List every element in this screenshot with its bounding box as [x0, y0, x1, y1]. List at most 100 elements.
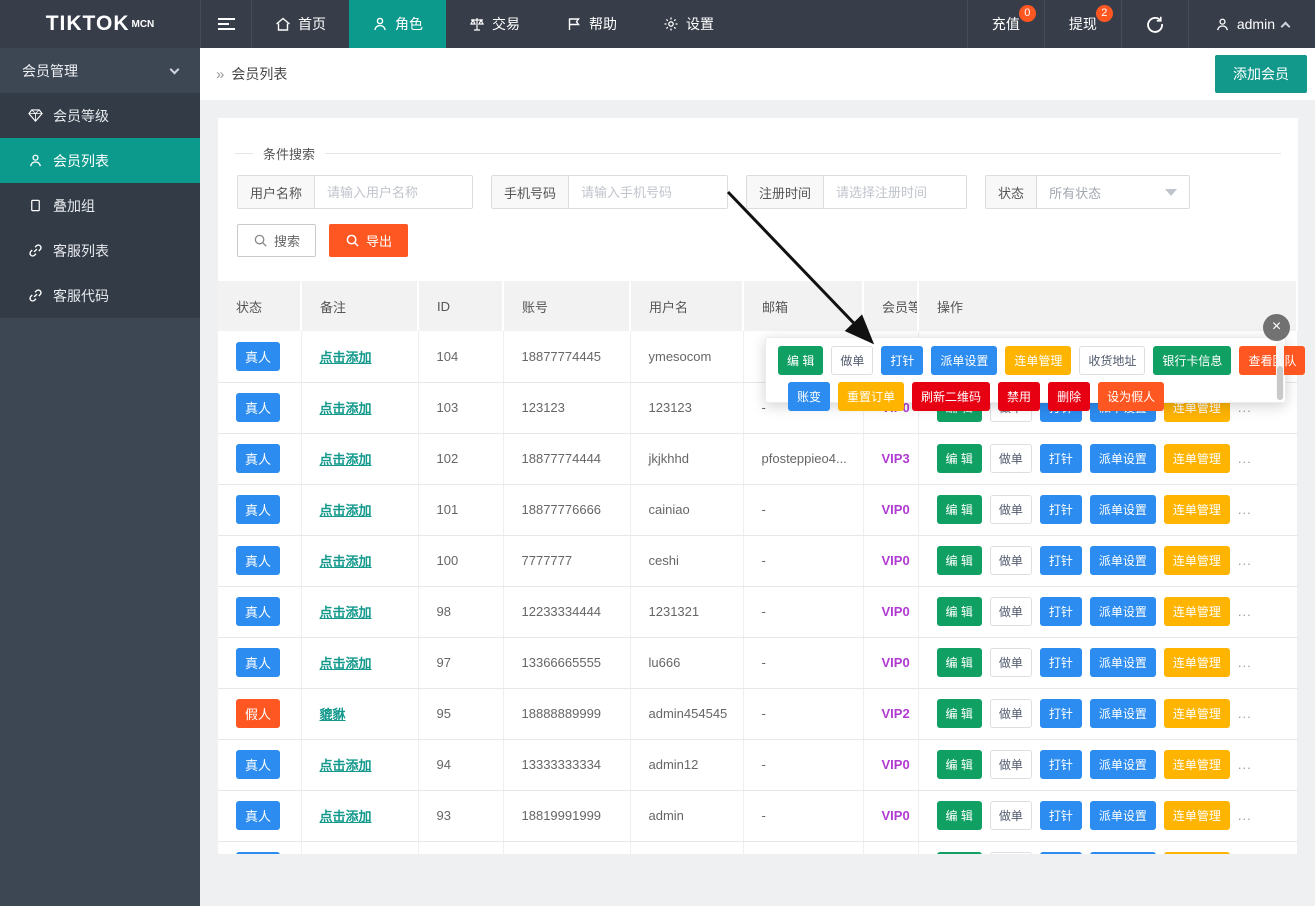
status-select[interactable]: 所有状态: [1037, 176, 1189, 208]
row-action-yellow-button[interactable]: 连单管理: [1164, 750, 1230, 779]
row-action-green-button[interactable]: 编 辑: [937, 444, 982, 473]
row-action-green-button[interactable]: 编 辑: [937, 597, 982, 626]
row-action-yellow-button[interactable]: 连单管理: [1164, 495, 1230, 524]
row-action-blue-button[interactable]: 派单设置: [1090, 750, 1156, 779]
row-action-plain-button[interactable]: 做单: [990, 852, 1032, 854]
popup-action-yellow-button[interactable]: 重置订单: [838, 382, 904, 411]
sidebar-item-stack-group[interactable]: 叠加组: [0, 183, 200, 228]
popup-scrollbar-thumb[interactable]: [1277, 366, 1283, 400]
row-action-green-button[interactable]: 编 辑: [937, 801, 982, 830]
popup-action-orange-button[interactable]: 查看团队: [1239, 346, 1305, 375]
row-action-yellow-button[interactable]: 连单管理: [1164, 801, 1230, 830]
row-action-green-button[interactable]: 编 辑: [937, 648, 982, 677]
nav-item-roles[interactable]: 角色: [349, 0, 446, 48]
more-actions-button[interactable]: ...: [1238, 655, 1252, 670]
row-action-plain-button[interactable]: 做单: [990, 801, 1032, 830]
row-action-blue-button[interactable]: 打针: [1040, 546, 1082, 575]
popup-scrollbar[interactable]: [1276, 340, 1284, 400]
sidebar-item-service-code[interactable]: 客服代码: [0, 273, 200, 318]
remark-link[interactable]: 点击添加: [320, 401, 372, 416]
recharge-button[interactable]: 充值 0: [967, 0, 1044, 48]
popup-close-button[interactable]: ×: [1263, 314, 1290, 341]
row-action-blue-button[interactable]: 打针: [1040, 750, 1082, 779]
more-actions-button[interactable]: ...: [1238, 604, 1252, 619]
remark-link[interactable]: 点击添加: [320, 452, 372, 467]
popup-action-plain-button[interactable]: 做单: [831, 346, 873, 375]
remark-link[interactable]: 点击添加: [320, 656, 372, 671]
popup-action-blue-button[interactable]: 打针: [881, 346, 923, 375]
remark-link[interactable]: 点击添加: [320, 350, 372, 365]
more-actions-button[interactable]: ...: [1238, 451, 1252, 466]
row-action-green-button[interactable]: 编 辑: [937, 699, 982, 728]
row-action-blue-button[interactable]: 打针: [1040, 699, 1082, 728]
user-menu[interactable]: admin: [1188, 0, 1315, 48]
sidebar-item-member-list[interactable]: 会员列表: [0, 138, 200, 183]
row-action-blue-button[interactable]: 派单设置: [1090, 648, 1156, 677]
row-action-blue-button[interactable]: 打针: [1040, 444, 1082, 473]
row-action-yellow-button[interactable]: 连单管理: [1164, 546, 1230, 575]
logo[interactable]: TIKTOK MCN: [0, 0, 200, 48]
register-time-input[interactable]: [824, 176, 966, 208]
remark-link[interactable]: 点击添加: [320, 503, 372, 518]
row-action-yellow-button[interactable]: 连单管理: [1164, 699, 1230, 728]
popup-action-red-button[interactable]: 删除: [1048, 382, 1090, 411]
row-action-yellow-button[interactable]: 连单管理: [1164, 648, 1230, 677]
row-action-blue-button[interactable]: 打针: [1040, 801, 1082, 830]
row-action-blue-button[interactable]: 派单设置: [1090, 444, 1156, 473]
row-action-green-button[interactable]: 编 辑: [937, 495, 982, 524]
popup-action-yellow-button[interactable]: 连单管理: [1005, 346, 1071, 375]
row-action-plain-button[interactable]: 做单: [990, 699, 1032, 728]
row-action-blue-button[interactable]: 派单设置: [1090, 852, 1156, 854]
popup-action-blue-button[interactable]: 账变: [788, 382, 830, 411]
remark-link[interactable]: 点击添加: [320, 605, 372, 620]
row-action-blue-button[interactable]: 打针: [1040, 597, 1082, 626]
search-button[interactable]: 搜索: [237, 224, 316, 257]
more-actions-button[interactable]: ...: [1238, 553, 1252, 568]
row-action-blue-button[interactable]: 派单设置: [1090, 546, 1156, 575]
collapse-menu-button[interactable]: [200, 0, 252, 48]
remark-link[interactable]: 点击添加: [320, 809, 372, 824]
popup-action-green-button[interactable]: 银行卡信息: [1153, 346, 1231, 375]
sidebar-item-member-levels[interactable]: 会员等级: [0, 93, 200, 138]
row-action-plain-button[interactable]: 做单: [990, 444, 1032, 473]
withdraw-button[interactable]: 提现 2: [1044, 0, 1121, 48]
remark-link[interactable]: 点击添加: [320, 554, 372, 569]
row-action-plain-button[interactable]: 做单: [990, 546, 1032, 575]
more-actions-button[interactable]: ...: [1238, 808, 1252, 823]
remark-link[interactable]: 点击添加: [320, 758, 372, 773]
nav-item-trade[interactable]: 交易: [446, 0, 543, 48]
phone-input[interactable]: [569, 176, 727, 208]
row-action-yellow-button[interactable]: 连单管理: [1164, 852, 1230, 854]
row-action-blue-button[interactable]: 打针: [1040, 648, 1082, 677]
row-action-blue-button[interactable]: 派单设置: [1090, 495, 1156, 524]
popup-action-red-button[interactable]: 刷新二维码: [912, 382, 990, 411]
popup-action-green-button[interactable]: 编 辑: [778, 346, 823, 375]
row-action-yellow-button[interactable]: 连单管理: [1164, 597, 1230, 626]
export-button[interactable]: 导出: [329, 224, 408, 257]
row-action-plain-button[interactable]: 做单: [990, 648, 1032, 677]
row-action-yellow-button[interactable]: 连单管理: [1164, 444, 1230, 473]
row-action-green-button[interactable]: 编 辑: [937, 750, 982, 779]
sidebar-group-member-management[interactable]: 会员管理: [0, 48, 200, 93]
nav-item-home[interactable]: 首页: [252, 0, 349, 48]
row-action-plain-button[interactable]: 做单: [990, 495, 1032, 524]
row-action-green-button[interactable]: 编 辑: [937, 546, 982, 575]
row-action-blue-button[interactable]: 派单设置: [1090, 801, 1156, 830]
refresh-button[interactable]: [1121, 0, 1188, 48]
more-actions-button[interactable]: ...: [1238, 502, 1252, 517]
popup-action-blue-button[interactable]: 派单设置: [931, 346, 997, 375]
row-action-blue-button[interactable]: 派单设置: [1090, 699, 1156, 728]
popup-action-red-button[interactable]: 禁用: [998, 382, 1040, 411]
nav-item-help[interactable]: 帮助: [543, 0, 640, 48]
username-input[interactable]: [315, 176, 472, 208]
popup-action-orange-button[interactable]: 设为假人: [1098, 382, 1164, 411]
remark-link[interactable]: 貔貅: [320, 707, 346, 722]
row-action-plain-button[interactable]: 做单: [990, 750, 1032, 779]
more-actions-button[interactable]: ...: [1238, 757, 1252, 772]
row-action-blue-button[interactable]: 派单设置: [1090, 597, 1156, 626]
row-action-green-button[interactable]: 编 辑: [937, 852, 982, 854]
add-member-button[interactable]: 添加会员: [1215, 55, 1307, 93]
row-action-plain-button[interactable]: 做单: [990, 597, 1032, 626]
nav-item-settings[interactable]: 设置: [640, 0, 737, 48]
popup-action-plain-button[interactable]: 收货地址: [1079, 346, 1145, 375]
